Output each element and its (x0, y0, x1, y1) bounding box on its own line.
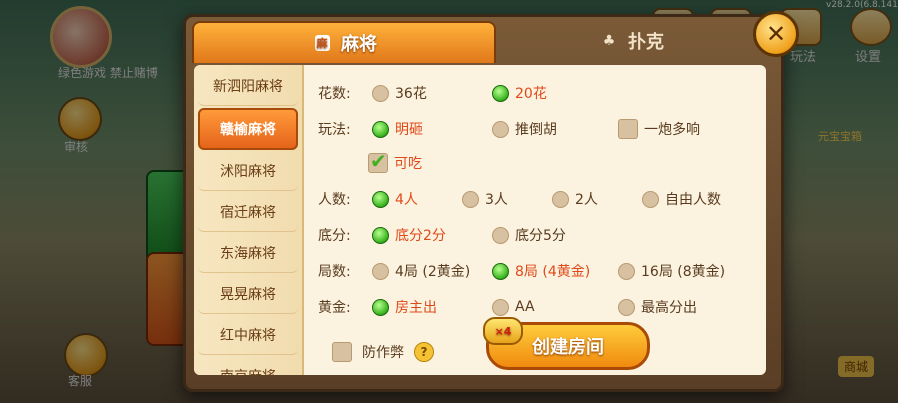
difen-option-5[interactable]: 底分5分 (492, 225, 566, 245)
anti-cheat-toggle[interactable]: 防作弊 ? (332, 338, 434, 365)
huangjin-option-highest[interactable]: 最高分出 (618, 297, 697, 317)
radio-selected-icon (492, 262, 509, 280)
game-list: 新泗阳麻将 赣榆麻将 沭阳麻将 宿迁麻将 东海麻将 晃晃麻将 红中麻将 南京麻将 (194, 65, 304, 375)
help-icon[interactable]: ? (414, 341, 434, 362)
create-room-dialog: 麻 麻将 ♣ 扑克 ✕ 新泗阳麻将 赣榆麻将 沭阳麻将 宿迁麻将 东海麻将 晃晃… (183, 11, 799, 392)
renshu-option-free[interactable]: 自由人数 (642, 189, 721, 209)
jushu-label: 局数: (318, 264, 351, 280)
radio-selected-icon (372, 120, 389, 138)
create-room-button[interactable]: ×4 创建房间 (483, 317, 650, 370)
checkbox-icon (332, 341, 352, 362)
renshu-option-2[interactable]: 2人 (552, 189, 598, 209)
renshu-option-4[interactable]: 4人 (372, 189, 418, 209)
jushu-option-16[interactable]: 16局 (8黄金) (618, 261, 725, 281)
radio-icon (372, 262, 389, 280)
jushu-option-4-label: 4局 (2黄金) (395, 264, 471, 280)
jushu-option-8[interactable]: 8局 (4黄金) (492, 261, 590, 281)
wanfa-option-mingza-label: 明砸 (395, 122, 423, 138)
options-panel: 新泗阳麻将 赣榆麻将 沭阳麻将 宿迁麻将 东海麻将 晃晃麻将 红中麻将 南京麻将… (194, 65, 766, 375)
club-icon: ♣ (602, 33, 616, 49)
jushu-option-4[interactable]: 4局 (2黄金) (372, 261, 470, 281)
radio-icon (492, 298, 509, 316)
radio-selected-icon (492, 84, 509, 102)
hua-option-36[interactable]: 36花 (372, 83, 427, 103)
game-item-shuyang[interactable]: 沭阳麻将 (198, 152, 298, 191)
radio-selected-icon (372, 298, 389, 316)
game-item-huanghuang[interactable]: 晃晃麻将 (198, 275, 298, 314)
game-item-nanjing[interactable]: 南京麻将 (198, 357, 298, 375)
tab-mahjong[interactable]: 麻 麻将 (192, 21, 496, 63)
tab-mahjong-label: 麻将 (341, 34, 377, 55)
huangjin-option-owner-label: 房主出 (395, 300, 437, 316)
difen-option-2-label: 底分2分 (395, 228, 446, 244)
renshu-option-free-label: 自由人数 (665, 192, 721, 208)
game-item-xinsiyang[interactable]: 新泗阳麻将 (198, 67, 298, 106)
huangjin-label: 黄金: (318, 300, 351, 316)
radio-icon (462, 190, 479, 208)
tab-poker[interactable]: ♣ 扑克 (496, 21, 766, 61)
difen-option-2[interactable]: 底分2分 (372, 225, 446, 245)
radio-icon (492, 120, 509, 138)
tab-poker-label: 扑克 (628, 32, 664, 53)
create-room-label: 创建房间 (532, 337, 604, 358)
radio-icon (618, 262, 635, 280)
difen-option-5-label: 底分5分 (515, 228, 566, 244)
wanfa-option-mingza[interactable]: 明砸 (372, 119, 423, 139)
jushu-option-16-label: 16局 (8黄金) (641, 264, 726, 280)
radio-icon (372, 84, 389, 102)
check-yipaoduoxiang[interactable]: 一炮多响 (618, 119, 700, 139)
game-item-donghai[interactable]: 东海麻将 (198, 234, 298, 273)
renshu-label: 人数: (318, 192, 351, 208)
check-kechi-label: 可吃 (394, 156, 422, 172)
radio-icon (642, 190, 659, 208)
wanfa-option-tuidaohu-label: 推倒胡 (515, 122, 557, 138)
huangjin-option-owner[interactable]: 房主出 (372, 297, 437, 317)
hua-option-20-label: 20花 (515, 86, 547, 102)
close-icon: ✕ (765, 20, 787, 48)
difen-label: 底分: (318, 228, 351, 244)
renshu-option-2-label: 2人 (575, 192, 598, 208)
anti-cheat-label: 防作弊 (362, 344, 404, 361)
radio-selected-icon (372, 226, 389, 244)
radio-selected-icon (372, 190, 389, 208)
huangjin-option-aa-label: AA (515, 299, 535, 315)
check-yipaoduoxiang-label: 一炮多响 (644, 122, 700, 138)
hua-option-20[interactable]: 20花 (492, 83, 547, 103)
mahjong-icon: 麻 (314, 35, 330, 51)
renshu-option-3[interactable]: 3人 (462, 189, 508, 209)
hua-option-36-label: 36花 (395, 86, 427, 102)
checkbox-checked-icon (368, 149, 388, 173)
hua-label: 花数: (318, 86, 351, 102)
renshu-option-4-label: 4人 (395, 192, 418, 208)
wanfa-label: 玩法: (318, 122, 351, 138)
checkbox-icon (618, 119, 638, 139)
game-category-tabs: 麻 麻将 ♣ 扑克 (186, 17, 781, 63)
renshu-option-3-label: 3人 (485, 192, 508, 208)
game-item-ganyu[interactable]: 赣榆麻将 (198, 108, 298, 150)
check-kechi[interactable]: 可吃 (368, 149, 422, 173)
coin-cost-badge: ×4 (483, 317, 523, 345)
radio-icon (618, 298, 635, 316)
close-button[interactable]: ✕ (753, 11, 799, 57)
game-item-hongzhong[interactable]: 红中麻将 (198, 316, 298, 355)
jushu-option-8-label: 8局 (4黄金) (515, 264, 591, 280)
wanfa-option-tuidaohu[interactable]: 推倒胡 (492, 119, 557, 139)
radio-icon (492, 226, 509, 244)
huangjin-option-aa[interactable]: AA (492, 298, 535, 316)
radio-icon (552, 190, 569, 208)
huangjin-option-highest-label: 最高分出 (641, 300, 697, 316)
game-item-suqian[interactable]: 宿迁麻将 (198, 193, 298, 232)
